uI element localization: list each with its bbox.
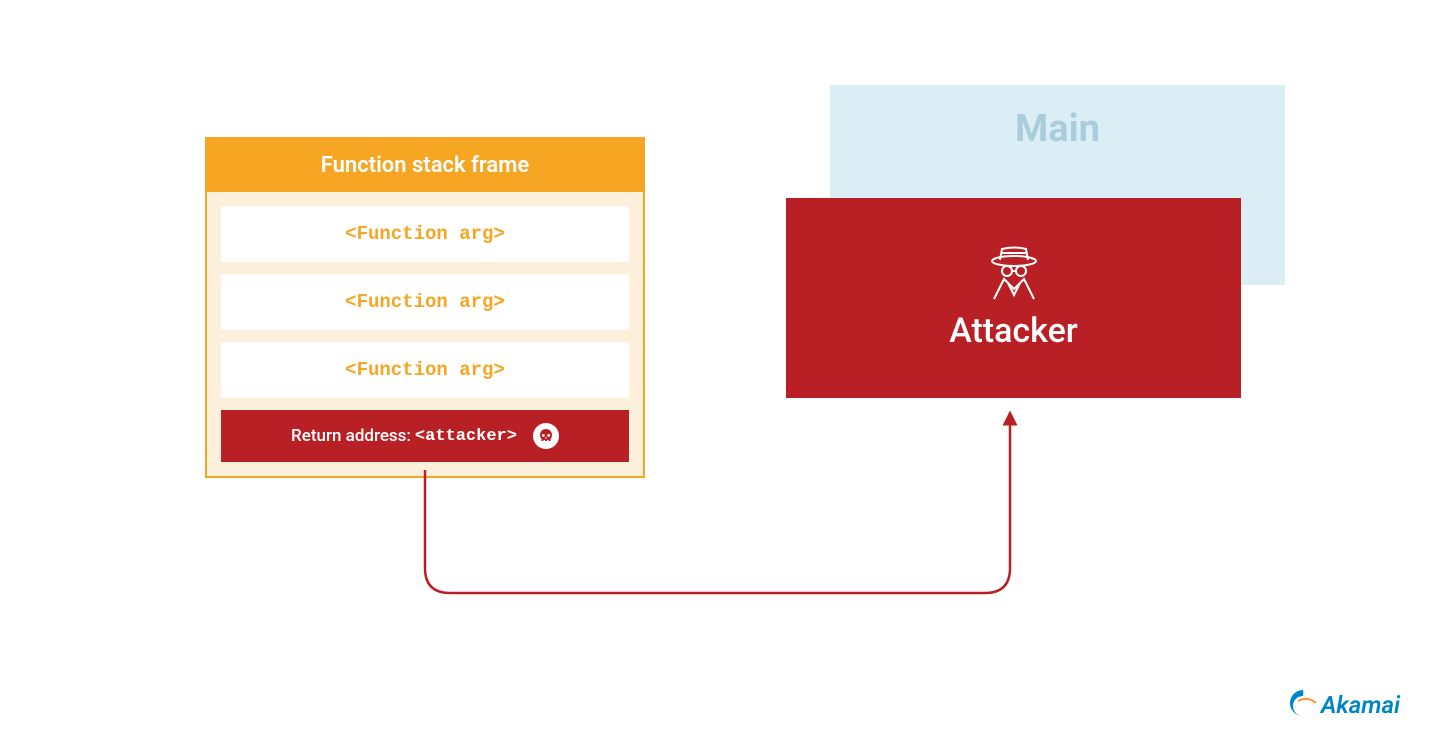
main-label: Main bbox=[1015, 107, 1100, 151]
spy-icon bbox=[984, 245, 1044, 305]
flow-arrow bbox=[410, 398, 1030, 608]
akamai-logo-text: Akamai bbox=[1321, 691, 1400, 719]
stack-header: Function stack frame bbox=[207, 139, 643, 192]
return-label: Return address: bbox=[291, 426, 411, 446]
function-arg-row: <Function arg> bbox=[221, 342, 629, 398]
akamai-wave-icon bbox=[1287, 688, 1319, 722]
akamai-logo: Akamai bbox=[1287, 688, 1400, 722]
function-arg-row: <Function arg> bbox=[221, 274, 629, 330]
attacker-box: Attacker bbox=[786, 198, 1241, 398]
attacker-label: Attacker bbox=[949, 311, 1078, 351]
function-arg-row: <Function arg> bbox=[221, 206, 629, 262]
